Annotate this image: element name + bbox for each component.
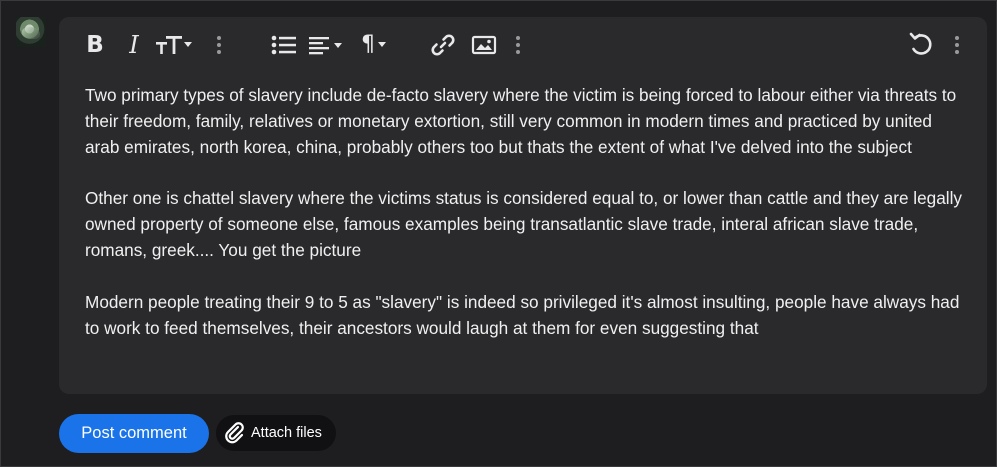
user-avatar-icon[interactable]: [16, 17, 46, 47]
comment-composer: B I ¶ Two primary types of slavery inclu…: [0, 0, 997, 467]
bold-icon: B: [86, 31, 104, 58]
undo-icon: [908, 32, 936, 58]
italic-button[interactable]: I: [123, 31, 145, 59]
bullet-list-button[interactable]: [271, 31, 297, 59]
insert-image-button[interactable]: [471, 31, 497, 59]
text-size-icon: [154, 33, 194, 57]
link-icon: [430, 33, 456, 57]
bold-button[interactable]: B: [83, 31, 107, 59]
paperclip-icon: [224, 421, 246, 445]
undo-button[interactable]: [908, 31, 936, 59]
bullet-list-icon: [271, 34, 297, 56]
more-vertical-icon: [216, 35, 222, 55]
more-vertical-icon: [954, 35, 960, 55]
attach-files-button[interactable]: Attach files: [216, 415, 336, 451]
post-comment-button[interactable]: Post comment: [59, 414, 209, 453]
align-left-icon: [308, 34, 344, 56]
rich-text-editor: B I ¶ Two primary types of slavery inclu…: [59, 17, 987, 394]
editor-text-area[interactable]: Two primary types of slavery include de-…: [85, 83, 965, 367]
editor-toolbar: B I ¶: [59, 17, 987, 75]
paragraph-glyph: ¶: [361, 32, 375, 57]
paragraph-icon: ¶: [361, 34, 389, 56]
paragraph-3: Modern people treating their 9 to 5 as "…: [85, 291, 960, 338]
italic-icon: I: [129, 31, 139, 59]
more-options-button-1[interactable]: [214, 31, 224, 59]
more-options-button-2[interactable]: [513, 31, 523, 59]
image-icon: [471, 34, 497, 56]
paragraph-1: Two primary types of slavery include de-…: [85, 85, 957, 157]
more-options-button-3[interactable]: [952, 31, 962, 59]
align-dropdown-button[interactable]: [308, 31, 344, 59]
paragraph-2: Other one is chattel slavery where the v…: [85, 188, 963, 260]
insert-link-button[interactable]: [430, 31, 456, 59]
paragraph-dropdown-button[interactable]: ¶: [357, 31, 393, 59]
more-vertical-icon: [515, 35, 521, 55]
text-size-button[interactable]: [154, 31, 194, 59]
post-comment-label: Post comment: [81, 424, 187, 442]
attach-files-label: Attach files: [251, 425, 322, 441]
